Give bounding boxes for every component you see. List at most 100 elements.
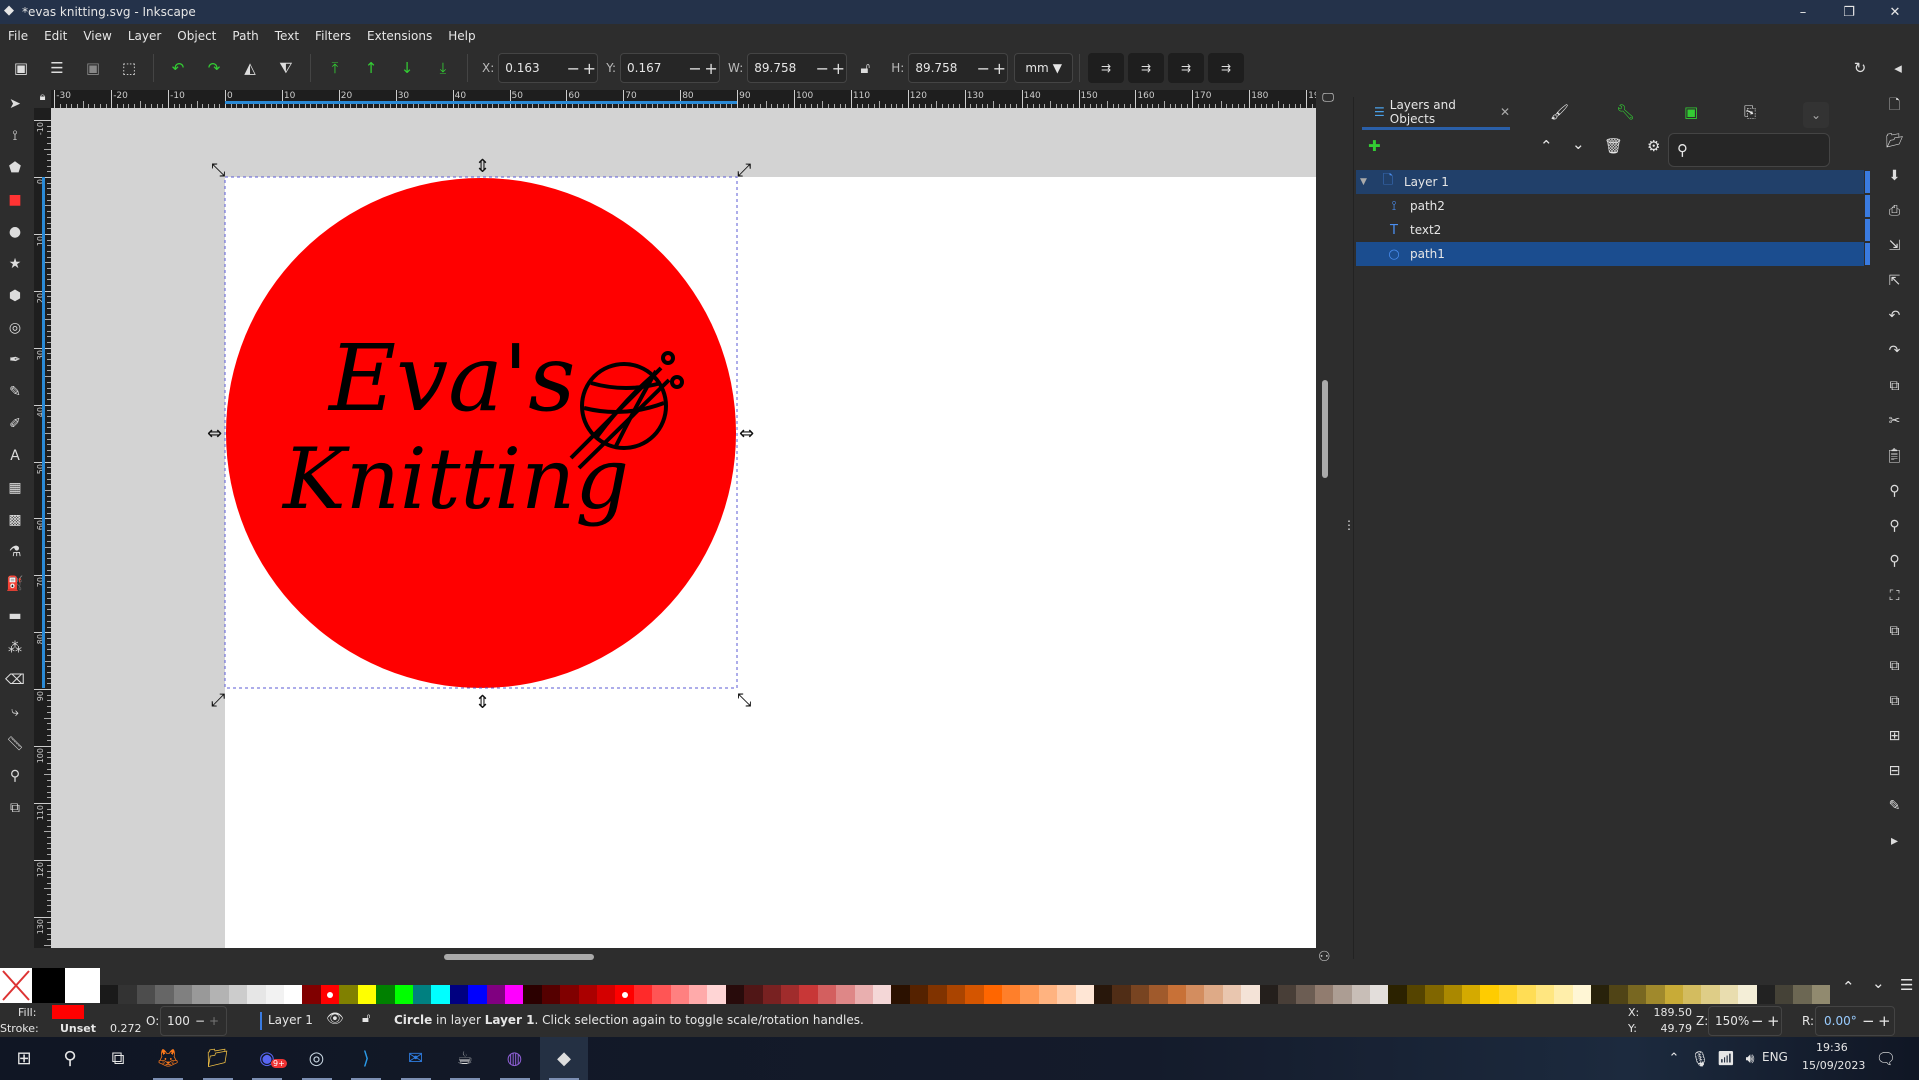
- mesh-tool-icon[interactable]: ▩: [0, 504, 30, 536]
- language-indicator[interactable]: ENG: [1762, 1050, 1788, 1064]
- lower-icon[interactable]: ↓: [392, 53, 422, 83]
- start-windows-icon[interactable]: ⊞: [0, 1037, 48, 1080]
- spray-tool-icon[interactable]: ⁂: [0, 632, 30, 664]
- tree-item-path2[interactable]: ⟟ path2: [1356, 194, 1870, 218]
- color-swatch[interactable]: [615, 985, 634, 1004]
- color-swatch[interactable]: [707, 985, 726, 1004]
- color-swatch[interactable]: [173, 985, 193, 1004]
- color-swatch[interactable]: [1811, 985, 1831, 1004]
- text-knitting[interactable]: Knitting: [281, 430, 629, 528]
- pages-tool-icon[interactable]: ⧉: [0, 792, 30, 824]
- y-decrement[interactable]: −: [687, 59, 703, 78]
- search-icon[interactable]: ⚲: [46, 1037, 94, 1080]
- rotate-increment[interactable]: +: [1878, 1012, 1891, 1030]
- rotation-value[interactable]: 0.00°: [1824, 1014, 1862, 1028]
- menu-filters[interactable]: Filters: [307, 29, 359, 43]
- color-swatch[interactable]: [891, 985, 910, 1004]
- display-mode-icon[interactable]: 🖵︎: [1316, 90, 1340, 108]
- zoom-selection-icon[interactable]: ⚲: [1870, 473, 1919, 508]
- color-swatch[interactable]: [670, 985, 689, 1004]
- handle-w-icon[interactable]: ⇔: [207, 423, 222, 444]
- color-swatch[interactable]: [1370, 985, 1389, 1004]
- move-up-chevron-icon[interactable]: ⌃: [1540, 137, 1553, 155]
- star-tool-icon[interactable]: ★: [0, 248, 30, 280]
- calligraphy-tool-icon[interactable]: ✐: [0, 408, 30, 440]
- h-decrement[interactable]: −: [975, 59, 991, 78]
- menu-path[interactable]: Path: [224, 29, 266, 43]
- color-swatch[interactable]: [1093, 985, 1113, 1004]
- select-all-layers-icon[interactable]: ☰: [42, 53, 72, 83]
- color-swatch[interactable]: [100, 985, 119, 1004]
- flip-horizontal-icon[interactable]: ◭: [235, 53, 265, 83]
- duplicate-icon[interactable]: ⧉: [1870, 613, 1919, 648]
- gradient-tool-icon[interactable]: ▦: [0, 472, 30, 504]
- node-tool-icon[interactable]: ⟟: [0, 120, 30, 152]
- color-swatch[interactable]: [799, 985, 818, 1004]
- zoom-value[interactable]: 150%: [1715, 1014, 1751, 1028]
- color-swatch[interactable]: [541, 985, 561, 1004]
- color-swatch[interactable]: [817, 985, 837, 1004]
- color-swatch[interactable]: [1443, 985, 1463, 1004]
- move-down-chevron-icon[interactable]: ⌄: [1572, 135, 1585, 153]
- color-swatch[interactable]: [1646, 985, 1665, 1004]
- color-swatch[interactable]: [633, 985, 653, 1004]
- color-swatch[interactable]: [1333, 985, 1352, 1004]
- color-swatch[interactable]: [284, 985, 303, 1004]
- fill-stroke-icon[interactable]: ✎: [1870, 788, 1919, 823]
- maximize-button[interactable]: ❐: [1826, 0, 1872, 24]
- color-swatch[interactable]: [1554, 985, 1573, 1004]
- tree-item-path1[interactable]: ○ path1: [1356, 242, 1870, 266]
- color-swatch[interactable]: [302, 985, 321, 1004]
- color-swatch[interactable]: [854, 985, 874, 1004]
- handle-sw-icon[interactable]: ⤢: [211, 690, 226, 711]
- close-tab-icon[interactable]: ✕: [1500, 105, 1510, 119]
- w-field[interactable]: 89.758− +: [747, 53, 848, 83]
- color-swatch[interactable]: [1222, 985, 1242, 1004]
- color-swatch[interactable]: [1278, 985, 1297, 1004]
- menu-layer[interactable]: Layer: [120, 29, 169, 43]
- tab-export-image-icon[interactable]: ▣: [1684, 103, 1698, 121]
- color-swatch[interactable]: [320, 985, 340, 1004]
- y-field[interactable]: 0.167− +: [620, 53, 721, 83]
- color-swatch[interactable]: [1020, 985, 1039, 1004]
- tree-item-layer-1[interactable]: ▼ 🗋︎ Layer 1: [1356, 170, 1870, 194]
- color-swatch[interactable]: [523, 985, 542, 1004]
- color-swatch[interactable]: [1296, 985, 1315, 1004]
- handle-e-icon[interactable]: ⇔: [739, 423, 754, 444]
- menu-file[interactable]: File: [0, 29, 36, 43]
- color-swatch[interactable]: [1314, 985, 1334, 1004]
- taskbar-vscode-icon[interactable]: ⟩: [342, 1037, 390, 1080]
- color-swatch[interactable]: [265, 985, 285, 1004]
- color-swatch[interactable]: [1774, 985, 1794, 1004]
- h-field[interactable]: 89.758− +: [908, 53, 1009, 83]
- zoom-fit-icon[interactable]: ⛶: [1870, 578, 1919, 613]
- color-swatch[interactable]: [909, 985, 929, 1004]
- text-evas[interactable]: Eva's: [327, 325, 576, 432]
- pencil-tool-icon[interactable]: ✎: [0, 376, 30, 408]
- taskbar-java-app-icon[interactable]: ☕︎: [441, 1037, 489, 1080]
- paint-bucket-tool-icon[interactable]: ⛽: [0, 568, 30, 600]
- fill-swatch[interactable]: [52, 1005, 84, 1019]
- zoom-out[interactable]: −: [1751, 1012, 1767, 1030]
- color-swatch[interactable]: [1498, 985, 1518, 1004]
- paste-icon[interactable]: 📋︎: [1870, 438, 1919, 473]
- deselect-icon[interactable]: ▣: [78, 53, 108, 83]
- measure-eraser-tool-icon[interactable]: ⌫: [0, 664, 30, 696]
- color-swatch[interactable]: [376, 985, 395, 1004]
- color-swatch[interactable]: [1075, 985, 1094, 1004]
- stroke-value[interactable]: Unset: [60, 1022, 96, 1035]
- color-swatch[interactable]: [228, 985, 248, 1004]
- tab-preferences-icon[interactable]: 🔧︎: [1616, 103, 1635, 121]
- color-swatch[interactable]: [136, 985, 156, 1004]
- dropper-tool-icon[interactable]: ⚗: [0, 536, 30, 568]
- x-increment[interactable]: +: [581, 59, 597, 78]
- menu-help[interactable]: Help: [440, 29, 483, 43]
- lock-ratio-icon[interactable]: 🔓︎: [850, 53, 880, 83]
- color-swatch[interactable]: [155, 985, 174, 1004]
- color-swatch[interactable]: [504, 985, 524, 1004]
- taskbar-thunderbird-icon[interactable]: ✉: [392, 1037, 440, 1080]
- selector-tool-icon[interactable]: ➤: [0, 88, 30, 120]
- handle-se-icon[interactable]: ⤡: [737, 690, 751, 711]
- cut-icon[interactable]: ✂: [1870, 403, 1919, 438]
- snap-icon[interactable]: ↻: [1845, 53, 1875, 83]
